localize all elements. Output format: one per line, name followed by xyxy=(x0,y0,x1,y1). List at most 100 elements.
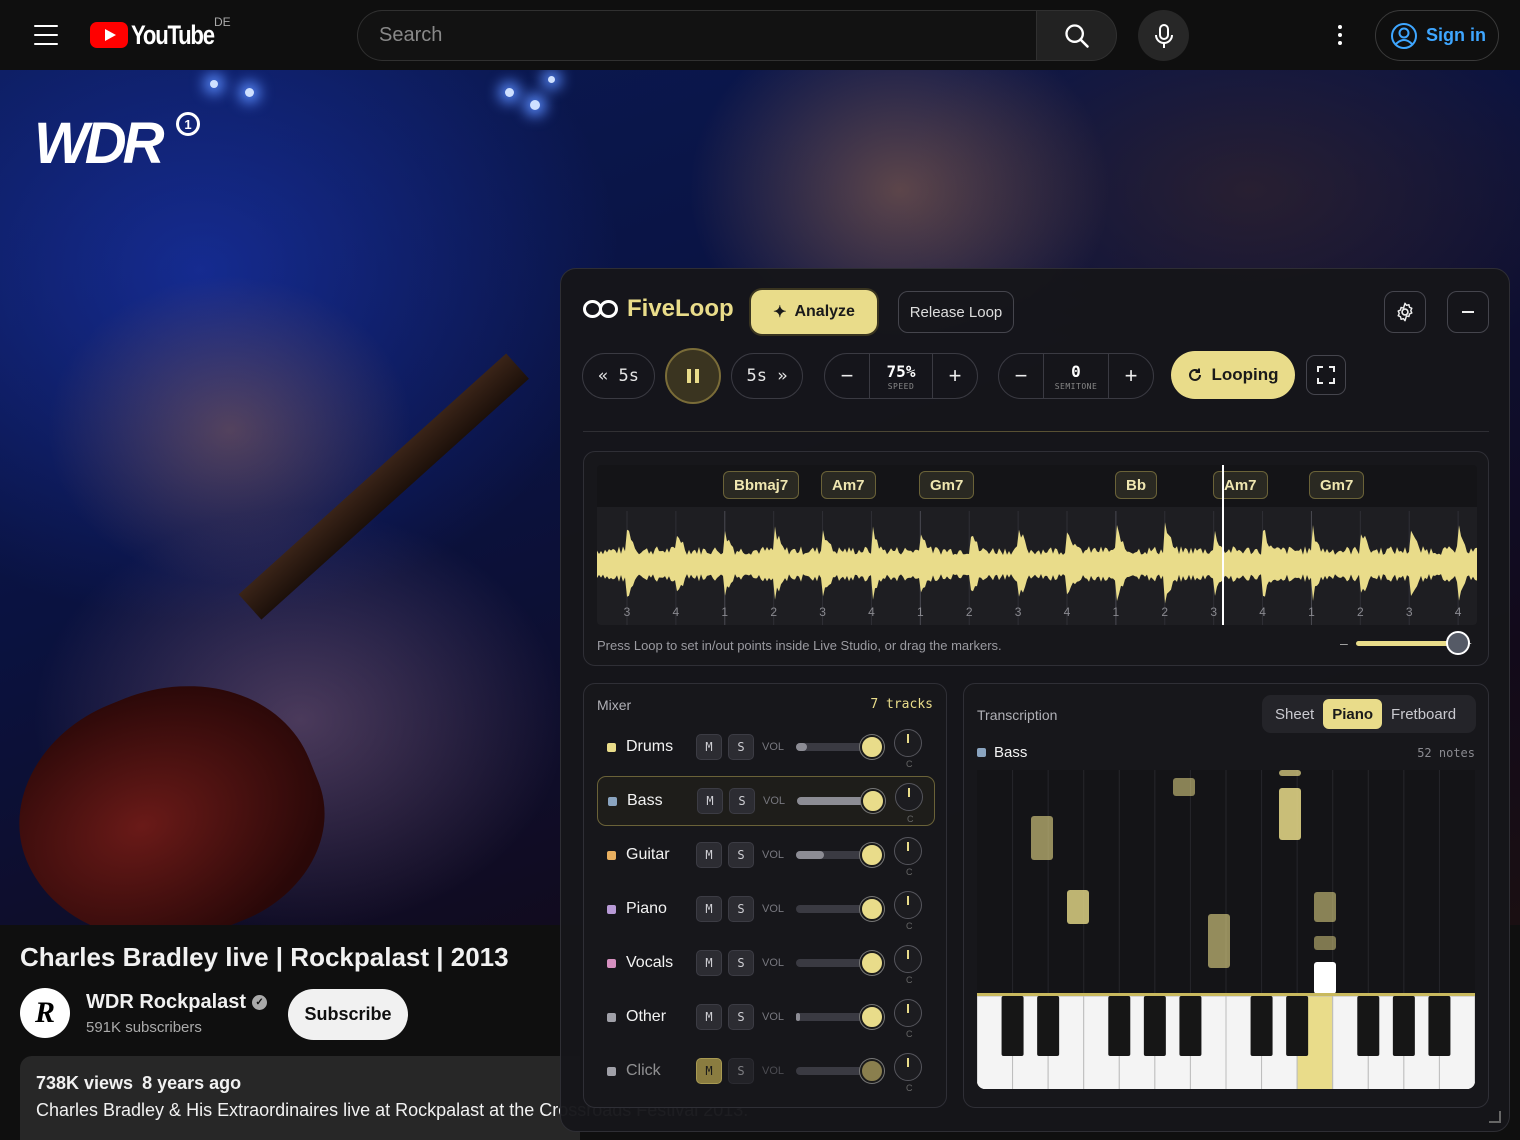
looping-button[interactable]: Looping xyxy=(1171,351,1295,399)
voice-search-button[interactable] xyxy=(1138,10,1189,61)
forward-5s-button[interactable]: 5s » xyxy=(731,353,803,399)
pan-knob[interactable] xyxy=(894,729,922,757)
mute-button[interactable]: M xyxy=(696,842,722,868)
solo-button[interactable]: S xyxy=(729,788,755,814)
subscribe-button[interactable]: Subscribe xyxy=(288,989,408,1040)
volume-knob[interactable] xyxy=(861,789,885,813)
speed-increase-button[interactable]: + xyxy=(933,354,977,398)
mixer-track-click[interactable]: Click M S VOL C xyxy=(597,1046,935,1096)
pan-knob[interactable] xyxy=(895,783,923,811)
black-key[interactable] xyxy=(1037,996,1060,1056)
volume-knob[interactable] xyxy=(860,897,884,921)
resize-handle[interactable] xyxy=(1489,1111,1501,1123)
volume-slider[interactable] xyxy=(796,743,866,751)
volume-slider[interactable] xyxy=(796,1013,866,1021)
pause-button[interactable] xyxy=(665,348,721,404)
solo-button[interactable]: S xyxy=(728,1004,754,1030)
mixer-track-drums[interactable]: Drums M S VOL C xyxy=(597,722,935,772)
solo-button[interactable]: S xyxy=(728,950,754,976)
note-block[interactable] xyxy=(1314,936,1336,950)
tab-piano[interactable]: Piano xyxy=(1323,699,1383,729)
chord-label[interactable]: Bb xyxy=(1115,471,1157,499)
mixer-track-other[interactable]: Other M S VOL C xyxy=(597,992,935,1042)
mute-button[interactable]: M xyxy=(696,896,722,922)
black-key[interactable] xyxy=(1357,996,1380,1056)
release-loop-button[interactable]: Release Loop xyxy=(898,291,1014,333)
sign-in-button[interactable]: Sign in xyxy=(1375,10,1499,61)
note-block[interactable] xyxy=(1067,890,1089,924)
channel-name[interactable]: WDR Rockpalast ✓ xyxy=(86,991,268,1014)
waveform-area[interactable]: Bbmaj7 Am7 Gm7 Bb Am7 Gm7 341234123412341234 xyxy=(597,465,1477,625)
pan-knob[interactable] xyxy=(894,999,922,1027)
black-key[interactable] xyxy=(1179,996,1202,1056)
note-block[interactable] xyxy=(1279,770,1301,776)
chord-label[interactable]: Gm7 xyxy=(919,471,975,499)
note-block[interactable] xyxy=(1208,914,1230,968)
note-block[interactable] xyxy=(1279,788,1301,840)
channel-avatar[interactable]: R xyxy=(20,988,70,1038)
chord-label[interactable]: Gm7 xyxy=(1309,471,1365,499)
volume-slider[interactable] xyxy=(796,1067,866,1075)
black-key[interactable] xyxy=(1286,996,1309,1056)
semitone-decrease-button[interactable]: − xyxy=(999,354,1043,398)
pan-knob[interactable] xyxy=(894,837,922,865)
black-key[interactable] xyxy=(1392,996,1415,1056)
black-key[interactable] xyxy=(1001,996,1024,1056)
black-key[interactable] xyxy=(1143,996,1166,1056)
volume-slider[interactable] xyxy=(796,905,866,913)
playhead[interactable] xyxy=(1221,465,1224,625)
zoom-out-button[interactable]: – xyxy=(1340,635,1348,651)
volume-knob[interactable] xyxy=(860,1005,884,1029)
volume-knob[interactable] xyxy=(860,951,884,975)
zoom-slider-knob[interactable] xyxy=(1445,630,1470,655)
mixer-track-guitar[interactable]: Guitar M S VOL C xyxy=(597,830,935,880)
solo-button[interactable]: S xyxy=(728,734,754,760)
note-block[interactable] xyxy=(1173,778,1195,796)
mute-button[interactable]: M xyxy=(696,1004,722,1030)
search-button[interactable] xyxy=(1036,10,1117,61)
speed-decrease-button[interactable]: − xyxy=(825,354,869,398)
volume-slider[interactable] xyxy=(797,797,867,805)
description-box[interactable]: 738K views 8 years ago Charles Bradley & … xyxy=(20,1056,748,1140)
semitone-increase-button[interactable]: + xyxy=(1109,354,1153,398)
note-block[interactable] xyxy=(1031,816,1053,860)
search-input[interactable]: Search xyxy=(357,10,1037,61)
piano-keyboard[interactable] xyxy=(977,993,1475,1089)
settings-button[interactable] xyxy=(1384,291,1426,333)
mute-button[interactable]: M xyxy=(696,1058,722,1084)
pan-knob[interactable] xyxy=(894,945,922,973)
note-block[interactable] xyxy=(1314,962,1336,994)
solo-button[interactable]: S xyxy=(728,896,754,922)
mute-button[interactable]: M xyxy=(696,950,722,976)
pan-knob[interactable] xyxy=(894,1053,922,1081)
mixer-track-bass[interactable]: Bass M S VOL C xyxy=(597,776,935,826)
tab-fretboard[interactable]: Fretboard xyxy=(1382,699,1465,729)
minimize-button[interactable] xyxy=(1447,291,1489,333)
volume-knob[interactable] xyxy=(860,735,884,759)
analyze-button[interactable]: ✦ Analyze xyxy=(751,290,877,334)
pan-knob[interactable] xyxy=(894,891,922,919)
chord-label[interactable]: Am7 xyxy=(821,471,876,499)
fullscreen-button[interactable] xyxy=(1306,355,1346,395)
mute-button[interactable]: M xyxy=(697,788,723,814)
menu-icon[interactable] xyxy=(34,25,58,45)
more-options-icon[interactable] xyxy=(1326,20,1354,50)
black-key[interactable] xyxy=(1108,996,1131,1056)
volume-knob[interactable] xyxy=(860,1059,884,1083)
black-key[interactable] xyxy=(1250,996,1273,1056)
chord-label[interactable]: Bbmaj7 xyxy=(723,471,800,499)
solo-button[interactable]: S xyxy=(728,842,754,868)
solo-button[interactable]: S xyxy=(728,1058,754,1084)
zoom-slider[interactable] xyxy=(1355,630,1470,655)
tab-sheet[interactable]: Sheet xyxy=(1266,699,1323,729)
note-block[interactable] xyxy=(1314,892,1336,922)
volume-knob[interactable] xyxy=(860,843,884,867)
black-key[interactable] xyxy=(1428,996,1451,1056)
mute-button[interactable]: M xyxy=(696,734,722,760)
volume-slider[interactable] xyxy=(796,959,866,967)
mixer-track-piano[interactable]: Piano M S VOL C xyxy=(597,884,935,934)
youtube-logo[interactable]: YouTube xyxy=(90,20,232,50)
piano-roll[interactable] xyxy=(977,770,1475,994)
mixer-track-vocals[interactable]: Vocals M S VOL C xyxy=(597,938,935,988)
rewind-5s-button[interactable]: « 5s xyxy=(582,353,655,399)
